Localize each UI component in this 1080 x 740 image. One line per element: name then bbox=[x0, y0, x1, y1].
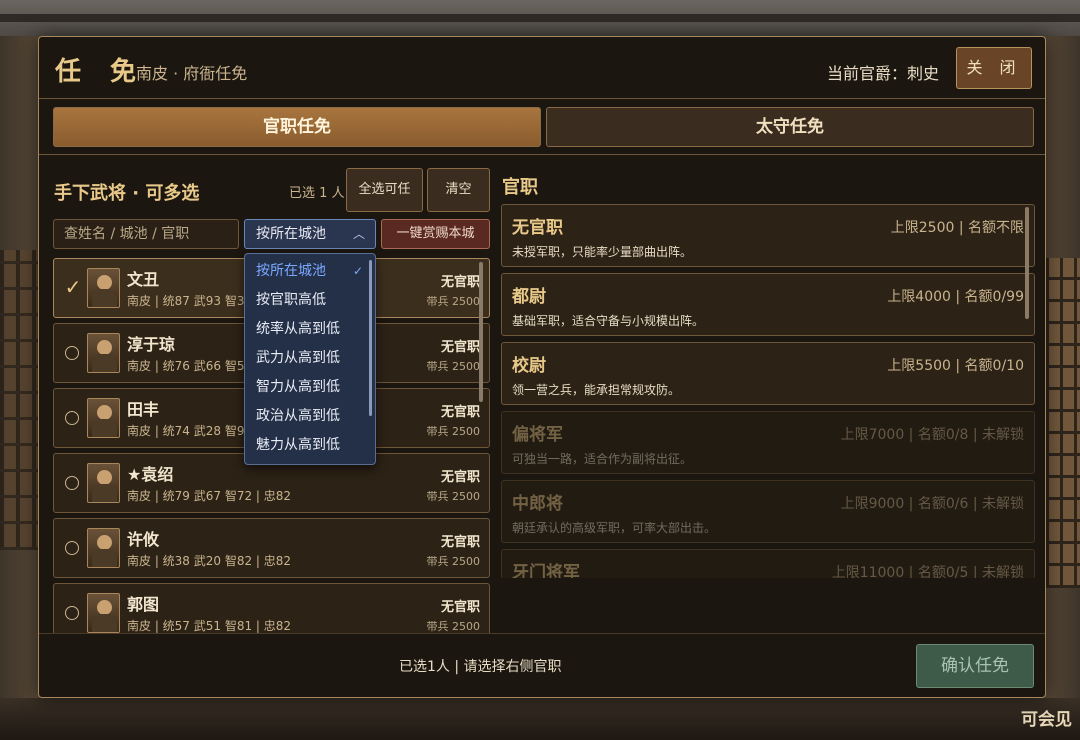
current-rank-label: 当前官爵：刺史 bbox=[827, 64, 940, 83]
dialog-title: 任 免 bbox=[55, 57, 147, 87]
general-stats: 南皮 | 统57 武51 智81 | 忠82 bbox=[127, 619, 292, 633]
general-troops: 带兵 2500 bbox=[426, 555, 481, 568]
radio-icon bbox=[65, 346, 79, 360]
office-name: 中郎将 bbox=[512, 494, 563, 514]
background-right-lattice bbox=[1046, 258, 1080, 588]
office-card-locked[interactable]: 牙门将军 上限11000 | 名额0/5 | 未解锁 bbox=[501, 549, 1035, 578]
chevron-up-icon: ︿ bbox=[352, 227, 365, 241]
general-name: 郭图 bbox=[127, 595, 160, 614]
avatar bbox=[87, 268, 120, 308]
clear-button[interactable]: 清空 bbox=[427, 168, 490, 212]
office-card-locked[interactable]: 偏将军 上限7000 | 名额0/8 | 未解锁 可独当一路，适合作为副将出征。 bbox=[501, 411, 1035, 474]
sort-select[interactable]: 按所在城池 ︿ bbox=[244, 219, 376, 249]
general-office: 无官职 bbox=[440, 535, 480, 550]
general-troops: 带兵 2500 bbox=[426, 490, 481, 503]
general-office: 无官职 bbox=[440, 275, 480, 290]
general-stats: 南皮 | 统38 武20 智82 | 忠82 bbox=[127, 554, 292, 568]
office-info: 上限2500 | 名额不限 bbox=[890, 220, 1024, 236]
radio-icon bbox=[65, 411, 79, 425]
sort-dropdown-menu: 按所在城池 ✓ 按官职高低 统率从高到低 武力从高到低 智力从高到低 政治从高到… bbox=[244, 253, 376, 465]
radio-icon bbox=[65, 606, 79, 620]
general-name: ★袁绍 bbox=[127, 465, 174, 484]
background-corner-text: 可会见 bbox=[1021, 710, 1072, 730]
general-stats: 南皮 | 统79 武67 智72 | 忠82 bbox=[127, 489, 292, 503]
office-desc: 基础军职，适合守备与小规模出阵。 bbox=[512, 314, 705, 328]
sort-option[interactable]: 智力从高到低 bbox=[245, 373, 369, 402]
general-name: 田丰 bbox=[127, 400, 160, 419]
avatar bbox=[87, 333, 120, 373]
close-button[interactable]: 关 闭 bbox=[956, 47, 1032, 89]
general-troops: 带兵 2500 bbox=[426, 295, 481, 308]
select-all-button[interactable]: 全选可任 bbox=[346, 168, 423, 212]
search-input[interactable] bbox=[53, 219, 239, 249]
avatar bbox=[87, 463, 120, 503]
radio-icon bbox=[65, 541, 79, 555]
offices-list[interactable]: 无官职 上限2500 | 名额不限 未授军职，只能率少量部曲出阵。 都尉 上限4… bbox=[501, 204, 1035, 578]
general-card[interactable]: 许攸 南皮 | 统38 武20 智82 | 忠82 无官职 带兵 2500 bbox=[53, 518, 490, 578]
appoint-dialog: 任 免 南皮 · 府衙任免 当前官爵：刺史 关 闭 官职任免 太守任免 手下武将… bbox=[38, 36, 1046, 698]
sort-option[interactable]: 统率从高到低 bbox=[245, 315, 369, 344]
dropdown-scrollbar[interactable] bbox=[369, 260, 372, 416]
office-desc: 朝廷承认的高级军职，可率大部出击。 bbox=[512, 521, 717, 535]
office-desc: 未授军职，只能率少量部曲出阵。 bbox=[512, 245, 693, 259]
office-name: 牙门将军 bbox=[512, 563, 580, 578]
office-card[interactable]: 都尉 上限4000 | 名额0/99 基础军职，适合守备与小规模出阵。 bbox=[501, 273, 1035, 336]
footer-status: 已选1人 | 请选择右侧官职 bbox=[399, 659, 562, 675]
office-info: 上限9000 | 名额0/6 | 未解锁 bbox=[840, 496, 1024, 512]
office-name: 无官职 bbox=[512, 218, 563, 238]
dialog-header: 任 免 南皮 · 府衙任免 当前官爵：刺史 关 闭 bbox=[39, 37, 1045, 99]
sort-select-value: 按所在城池 bbox=[256, 226, 326, 242]
general-troops: 带兵 2500 bbox=[426, 360, 481, 373]
check-icon: ✓ bbox=[352, 264, 363, 278]
office-card[interactable]: 校尉 上限5500 | 名额0/10 领一营之兵，能承担常规攻防。 bbox=[501, 342, 1035, 405]
office-name: 校尉 bbox=[512, 356, 546, 376]
dialog-footer: 已选1人 | 请选择右侧官职 确认任免 bbox=[39, 633, 1045, 698]
office-info: 上限11000 | 名额0/5 | 未解锁 bbox=[831, 565, 1024, 578]
office-card[interactable]: 无官职 上限2500 | 名额不限 未授军职，只能率少量部曲出阵。 bbox=[501, 204, 1035, 267]
sort-option[interactable]: 政治从高到低 bbox=[245, 402, 369, 431]
general-name: 淳于琼 bbox=[127, 335, 176, 354]
office-name: 都尉 bbox=[512, 287, 546, 307]
avatar bbox=[87, 593, 120, 633]
general-name: 文丑 bbox=[127, 270, 160, 289]
general-office: 无官职 bbox=[440, 600, 480, 615]
general-office: 无官职 bbox=[440, 470, 480, 485]
dialog-subtitle: 南皮 · 府衙任免 bbox=[136, 64, 248, 83]
office-desc: 可独当一路，适合作为副将出征。 bbox=[512, 452, 693, 466]
background-beam bbox=[0, 14, 1080, 22]
background-left-lattice bbox=[0, 250, 38, 550]
office-info: 上限5500 | 名额0/10 bbox=[887, 358, 1024, 374]
generals-panel-title: 手下武将 · 可多选 bbox=[54, 183, 200, 204]
sort-option[interactable]: 魅力从高到低 bbox=[245, 431, 369, 460]
avatar bbox=[87, 398, 120, 438]
sort-option-label: 按所在城池 bbox=[256, 263, 326, 279]
office-info: 上限7000 | 名额0/8 | 未解锁 bbox=[840, 427, 1024, 443]
radio-icon bbox=[65, 476, 79, 490]
general-card[interactable]: 郭图 南皮 | 统57 武51 智81 | 忠82 无官职 带兵 2500 bbox=[53, 583, 490, 633]
office-name: 偏将军 bbox=[512, 425, 563, 445]
general-troops: 带兵 2500 bbox=[426, 425, 481, 438]
sort-option[interactable]: 武力从高到低 bbox=[245, 344, 369, 373]
tab-office-appoint[interactable]: 官职任免 bbox=[53, 107, 541, 147]
offices-scrollbar[interactable] bbox=[1025, 207, 1029, 319]
background-floor bbox=[0, 698, 1080, 740]
office-card-locked[interactable]: 中郎将 上限9000 | 名额0/6 | 未解锁 朝廷承认的高级军职，可率大部出… bbox=[501, 480, 1035, 543]
sort-option[interactable]: 按官职高低 bbox=[245, 286, 369, 315]
generals-scrollbar[interactable] bbox=[479, 262, 483, 402]
general-troops: 带兵 2500 bbox=[426, 620, 481, 633]
sort-option[interactable]: 按所在城池 ✓ bbox=[245, 257, 369, 286]
tab-governor-appoint[interactable]: 太守任免 bbox=[546, 107, 1034, 147]
general-name: 许攸 bbox=[127, 530, 160, 549]
reward-city-button[interactable]: 一键赏赐本城 bbox=[381, 219, 490, 249]
offices-panel-title: 官职 bbox=[502, 177, 538, 198]
avatar bbox=[87, 528, 120, 568]
office-info: 上限4000 | 名额0/99 bbox=[887, 289, 1024, 305]
office-desc: 领一营之兵，能承担常规攻防。 bbox=[512, 383, 681, 397]
confirm-appoint-button[interactable]: 确认任免 bbox=[916, 644, 1034, 688]
tab-bar: 官职任免 太守任免 bbox=[39, 99, 1045, 155]
selected-count: 已选 1 人 bbox=[289, 186, 345, 201]
check-icon: ✓ bbox=[64, 275, 82, 299]
general-office: 无官职 bbox=[440, 405, 480, 420]
general-office: 无官职 bbox=[440, 340, 480, 355]
